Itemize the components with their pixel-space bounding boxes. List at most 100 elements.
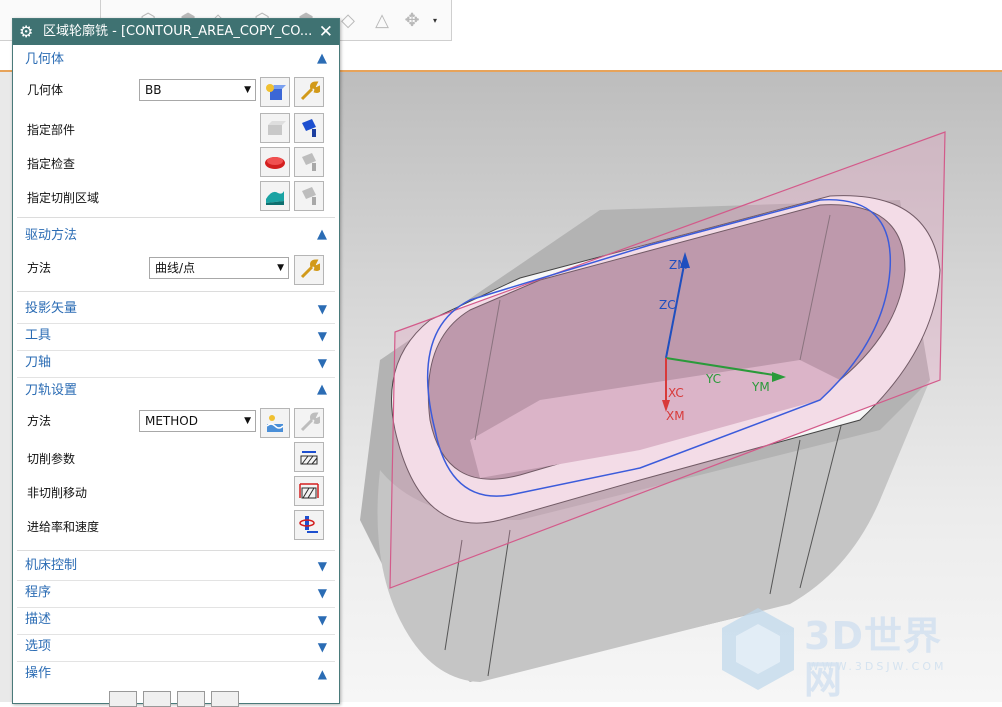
close-icon[interactable]: ✕ — [319, 22, 333, 42]
watermark-text: 3D世界网 — [804, 614, 942, 702]
geometry-select[interactable]: BB ▼ — [139, 79, 256, 101]
axis-label-xm: XM — [666, 409, 685, 423]
drive-method-value: 曲线/点 — [155, 261, 196, 275]
cut-params-icon — [300, 451, 318, 465]
check-geometry-icon — [265, 157, 285, 169]
specify-cut-area-button[interactable] — [260, 181, 290, 211]
specify-part-button[interactable] — [260, 113, 290, 143]
section-description[interactable]: 描述 ▼ — [17, 608, 335, 636]
chevron-down-icon[interactable]: ▼ — [318, 327, 327, 345]
show-cut-area-button[interactable] — [294, 181, 324, 211]
section-options[interactable]: 选项 ▼ — [17, 635, 335, 663]
chevron-down-icon[interactable]: ▾ — [433, 16, 441, 26]
chevron-up-icon[interactable]: ▲ — [317, 50, 327, 68]
section-title: 刀轨设置 — [25, 383, 78, 398]
feeds-speeds-icon — [299, 516, 318, 533]
show-part-button[interactable] — [294, 113, 324, 143]
section-path-settings: 刀轨设置 ▲ 方法 METHOD ▼ 切削参数 非切削移动 进给率和速度 — [17, 378, 335, 551]
verify-button[interactable] — [177, 691, 205, 707]
view-icon[interactable]: △ — [371, 10, 393, 32]
chevron-down-icon[interactable]: ▼ — [318, 300, 327, 318]
replay-button[interactable] — [143, 691, 171, 707]
section-tool[interactable]: 工具 ▼ — [17, 324, 335, 352]
dialog-title-bar[interactable]: ⚙ 区域轮廓铣 - [CONTOUR_AREA_COPY_CO... ✕ — [13, 19, 339, 45]
specify-check-label: 指定检查 — [27, 157, 76, 171]
axis-label-zc: ZC — [659, 298, 676, 312]
specify-check-button[interactable] — [260, 147, 290, 177]
geometry-select-value: BB — [145, 83, 162, 97]
watermark-logo — [722, 608, 794, 690]
chevron-down-icon: ▼ — [277, 263, 284, 273]
section-machine-control[interactable]: 机床控制 ▼ — [17, 554, 335, 582]
chevron-down-icon: ▼ — [244, 85, 251, 95]
contour-area-dialog: ⚙ 区域轮廓铣 - [CONTOUR_AREA_COPY_CO... ✕ 几何体… — [12, 18, 340, 707]
chevron-down-icon[interactable]: ▼ — [318, 354, 327, 372]
axis-label-zm: ZM — [669, 258, 688, 272]
show-check-button[interactable] — [294, 147, 324, 177]
watermark: 3D世界网 WWW.3DSJW.COM — [718, 604, 978, 702]
wrench-icon — [300, 81, 320, 101]
drive-method-select[interactable]: 曲线/点 ▼ — [149, 257, 289, 279]
section-header-path-settings[interactable]: 刀轨设置 ▲ — [17, 378, 335, 404]
axis-label-yc: YC — [705, 372, 721, 386]
section-title: 机床控制 — [25, 558, 78, 573]
path-method-select[interactable]: METHOD ▼ — [139, 410, 256, 432]
axis-label-ym: YM — [751, 380, 770, 394]
specify-part-label: 指定部件 — [27, 123, 76, 137]
section-tool-axis[interactable]: 刀轴 ▼ — [17, 351, 335, 379]
chevron-down-icon: ▼ — [244, 416, 251, 426]
section-title: 刀轴 — [25, 355, 52, 370]
dialog-title: 区域轮廓铣 - [CONTOUR_AREA_COPY_CO... — [43, 24, 313, 39]
section-header-drive-method[interactable]: 驱动方法 ▲ — [17, 223, 335, 249]
gear-icon[interactable]: ⚙ — [19, 22, 33, 42]
chevron-down-icon[interactable]: ▼ — [318, 638, 327, 656]
flashlight-icon — [302, 153, 316, 171]
edit-method-button[interactable] — [294, 408, 324, 438]
section-title: 驱动方法 — [25, 228, 78, 243]
part-icon — [268, 121, 286, 135]
section-projection-vector[interactable]: 投影矢量 ▼ — [17, 297, 335, 325]
drive-method-label: 方法 — [27, 261, 52, 275]
chevron-up-icon[interactable]: ▲ — [318, 665, 327, 683]
cut-area-icon — [266, 191, 284, 205]
flashlight-icon — [302, 119, 316, 137]
select-geometry-button[interactable] — [260, 77, 290, 107]
view-icon[interactable]: ✥ — [401, 10, 423, 32]
section-actions[interactable]: 操作 ▲ — [17, 662, 335, 688]
section-title: 描述 — [25, 612, 52, 627]
select-geometry-icon — [266, 84, 286, 100]
section-title: 程序 — [25, 585, 52, 600]
feeds-speeds-button[interactable] — [294, 510, 324, 540]
non-cut-moves-icon — [299, 483, 319, 499]
section-drive-method: 驱动方法 ▲ 方法 曲线/点 ▼ — [17, 223, 335, 292]
path-method-label: 方法 — [27, 414, 52, 428]
wrench-icon — [300, 412, 320, 432]
section-program[interactable]: 程序 ▼ — [17, 581, 335, 609]
watermark-url: WWW.3DSJW.COM — [808, 660, 947, 673]
cut-params-label: 切削参数 — [27, 452, 76, 466]
section-title: 投影矢量 — [25, 301, 78, 316]
list-button[interactable] — [211, 691, 239, 707]
chevron-down-icon[interactable]: ▼ — [318, 584, 327, 602]
section-geometry: 几何体 ▲ 几何体 BB ▼ 指定部件 指定检查 指定切削区域 — [17, 47, 335, 218]
non-cut-moves-button[interactable] — [294, 476, 324, 506]
section-title: 工具 — [25, 328, 52, 343]
cut-params-button[interactable] — [294, 442, 324, 472]
view-icon[interactable]: ◇ — [337, 10, 359, 32]
chevron-up-icon[interactable]: ▲ — [317, 381, 327, 399]
generate-button[interactable] — [109, 691, 137, 707]
chevron-down-icon[interactable]: ▼ — [318, 611, 327, 629]
edit-geometry-button[interactable] — [294, 77, 324, 107]
section-header-geometry[interactable]: 几何体 ▲ — [17, 47, 335, 73]
flashlight-icon — [302, 187, 316, 205]
section-title: 操作 — [25, 666, 52, 681]
axis-label-xc: XC — [668, 386, 684, 400]
wrench-icon — [300, 259, 320, 279]
create-method-button[interactable] — [260, 408, 290, 438]
chevron-up-icon[interactable]: ▲ — [317, 226, 327, 244]
edit-drive-method-button[interactable] — [294, 255, 324, 285]
specify-cut-area-label: 指定切削区域 — [27, 191, 100, 205]
section-title: 几何体 — [25, 52, 65, 67]
chevron-down-icon[interactable]: ▼ — [318, 557, 327, 575]
section-title: 选项 — [25, 639, 52, 654]
